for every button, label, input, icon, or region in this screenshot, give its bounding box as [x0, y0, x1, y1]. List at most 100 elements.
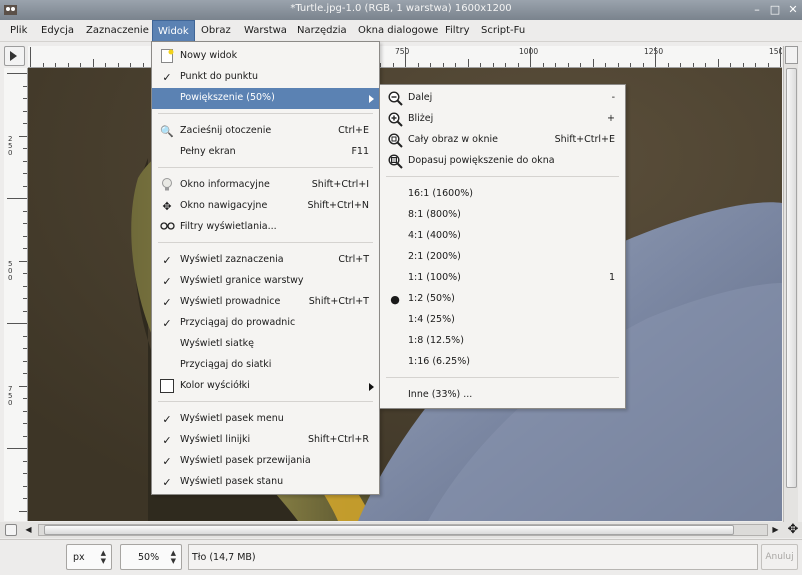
- menu-separator: [158, 167, 373, 168]
- unit-selector[interactable]: px ▲ ▼: [66, 544, 112, 570]
- menu-item-show-guides[interactable]: ✓ Wyświetl prowadnice Shift+Ctrl+T: [152, 292, 379, 313]
- menu-item-zoom-800[interactable]: 8:1 (800%): [380, 205, 625, 226]
- menu-item-display-filters[interactable]: Filtry wyświetlania...: [152, 217, 379, 238]
- menu-item-label: Kolor wyściółki: [180, 380, 250, 391]
- menu-item-zoom-200[interactable]: 2:1 (200%): [380, 247, 625, 268]
- menu-item-show-selection[interactable]: ✓ Wyświetl zaznaczenia Ctrl+T: [152, 250, 379, 271]
- submenu-arrow-icon: [369, 95, 374, 103]
- quick-mask-toggle[interactable]: [5, 524, 17, 536]
- quick-menu-button[interactable]: [4, 46, 25, 66]
- zoom-out-icon: [387, 91, 403, 106]
- zoom-in-icon: [387, 112, 403, 127]
- menu-item-show-layer-boundary[interactable]: ✓ Wyświetl granice warstwy: [152, 271, 379, 292]
- menu-item-zoom-in[interactable]: Bliżej +: [380, 109, 625, 130]
- menu-item-show-scrollbars[interactable]: ✓ Wyświetl pasek przewijania: [152, 451, 379, 472]
- scroll-left-icon[interactable]: ◀: [22, 524, 35, 536]
- ruler-tick: [23, 273, 27, 274]
- menu-layer[interactable]: Warstwa: [239, 20, 292, 42]
- minimize-icon[interactable]: –: [750, 3, 764, 17]
- menu-item-show-grid[interactable]: Wyświetl siatkę: [152, 334, 379, 355]
- menu-select[interactable]: Zaznaczenie: [81, 20, 154, 42]
- maximize-icon[interactable]: □: [768, 3, 782, 17]
- menu-item-zoom-out[interactable]: Dalej -: [380, 88, 625, 109]
- menu-item-label: Powiększenie (50%): [180, 92, 275, 103]
- menu-item-zoom[interactable]: Powiększenie (50%): [152, 88, 379, 109]
- ruler-tick: [23, 360, 27, 362]
- menu-item-zoom-12-5[interactable]: 1:8 (12.5%): [380, 331, 625, 352]
- window-titlebar: *Turtle.jpg-1.0 (RGB, 1 warstwa) 1600x12…: [0, 0, 802, 20]
- ruler-tick: [730, 63, 731, 67]
- menu-item-fullscreen[interactable]: Pełny ekran F11: [152, 142, 379, 163]
- ruler-tick: [517, 63, 519, 67]
- menu-item-dot-for-dot[interactable]: ✓ Punkt do punktu: [152, 67, 379, 88]
- ruler-tick: [542, 63, 544, 67]
- ruler-tick: [23, 485, 27, 487]
- menu-item-show-rulers[interactable]: ✓ Wyświetl linijki Shift+Ctrl+R: [152, 430, 379, 451]
- ruler-tick: [430, 63, 431, 67]
- menu-item-label: Pełny ekran: [180, 146, 236, 157]
- ruler-tick: [667, 63, 669, 67]
- ruler-tick: [67, 63, 69, 67]
- menu-item-zoom-6-25[interactable]: 1:16 (6.25%): [380, 352, 625, 373]
- ruler-tick: [23, 223, 27, 224]
- horizontal-ruler[interactable]: 750 1000 1250 150: [28, 46, 782, 68]
- scroll-right-icon[interactable]: ▶: [769, 524, 782, 536]
- menu-item-new-view[interactable]: Nowy widok: [152, 46, 379, 67]
- navigate-icon: ✥: [162, 200, 172, 213]
- menu-item-label: 8:1 (800%): [408, 209, 461, 220]
- menu-item-label: Wyświetl linijki: [180, 434, 251, 445]
- menu-item-zoom-25[interactable]: 1:4 (25%): [380, 310, 625, 331]
- menu-item-zoom-other[interactable]: Inne (33%) ...: [380, 385, 625, 406]
- menu-item-label: Wyświetl siatkę: [180, 338, 254, 349]
- menu-item-padding-color[interactable]: Kolor wyściółki: [152, 376, 379, 397]
- ruler-tick: [7, 198, 27, 199]
- menu-image[interactable]: Obraz: [196, 20, 236, 42]
- ruler-tick: [117, 63, 119, 67]
- ruler-tick: [580, 63, 581, 67]
- menu-edit[interactable]: Edycja: [36, 20, 79, 42]
- menu-item-navigation-window[interactable]: ✥ Okno nawigacyjne Shift+Ctrl+N: [152, 196, 379, 217]
- zoom-image-toggle-button[interactable]: [785, 46, 798, 64]
- scrollbar-thumb[interactable]: [44, 525, 734, 535]
- navigate-icon[interactable]: ✥: [786, 523, 800, 537]
- ruler-tick: [23, 473, 27, 474]
- ruler-tick: [717, 59, 719, 67]
- menu-item-fill-window[interactable]: Dopasuj powiększenie do okna: [380, 151, 625, 172]
- zoom-selector[interactable]: 50% ▲ ▼: [120, 544, 182, 570]
- scrollbar-thumb[interactable]: [786, 68, 797, 488]
- menu-shortcut: Shift+Ctrl+T: [308, 296, 369, 307]
- menu-file[interactable]: Plik: [5, 20, 32, 42]
- menu-item-zoom-50[interactable]: ● 1:2 (50%): [380, 289, 625, 310]
- submenu-arrow-icon: [369, 383, 374, 391]
- menu-shortcut: Shift+Ctrl+R: [307, 434, 369, 445]
- vertical-scrollbar[interactable]: [783, 46, 798, 522]
- menu-dialogs[interactable]: Okna dialogowe: [353, 20, 443, 42]
- menu-item-shrink-wrap[interactable]: 🔍 Zacieśnij otoczenie Ctrl+E: [152, 121, 379, 142]
- menu-filters[interactable]: Filtry: [440, 20, 475, 42]
- ruler-tick: [767, 63, 769, 67]
- menu-item-label: 1:8 (12.5%): [408, 335, 464, 346]
- menu-view[interactable]: Widok: [152, 20, 195, 42]
- menu-item-zoom-400[interactable]: 4:1 (400%): [380, 226, 625, 247]
- menu-item-show-menubar[interactable]: ✓ Wyświetl pasek menu: [152, 409, 379, 430]
- close-icon[interactable]: ✕: [786, 3, 800, 17]
- menu-item-label: Wyświetl granice warstwy: [180, 275, 304, 286]
- vertical-ruler[interactable]: 250 500 750: [4, 68, 28, 521]
- menu-item-snap-to-grid[interactable]: Przyciągaj do siatki: [152, 355, 379, 376]
- ruler-tick: [405, 47, 406, 67]
- menu-item-zoom-100[interactable]: 1:1 (100%) 1: [380, 268, 625, 289]
- cancel-button[interactable]: Anuluj: [761, 544, 798, 570]
- menu-script-fu[interactable]: Script-Fu: [476, 20, 530, 42]
- menu-item-label: Wyświetl pasek przewijania: [180, 455, 311, 466]
- menu-tools[interactable]: Narzędzia: [292, 20, 352, 42]
- menu-item-label: Nowy widok: [180, 50, 238, 61]
- ruler-tick: [492, 63, 494, 67]
- menu-item-show-statusbar[interactable]: ✓ Wyświetl pasek stanu: [152, 472, 379, 493]
- menu-item-info-window[interactable]: Okno informacyjne Shift+Ctrl+I: [152, 175, 379, 196]
- menu-item-zoom-1600[interactable]: 16:1 (1600%): [380, 184, 625, 205]
- menu-item-fit-image[interactable]: Cały obraz w oknie Shift+Ctrl+E: [380, 130, 625, 151]
- ruler-tick: [7, 448, 27, 449]
- menu-item-snap-to-guides[interactable]: ✓ Przyciągaj do prowadnic: [152, 313, 379, 334]
- menu-item-label: Okno nawigacyjne: [180, 200, 268, 211]
- ruler-tick: [19, 135, 27, 137]
